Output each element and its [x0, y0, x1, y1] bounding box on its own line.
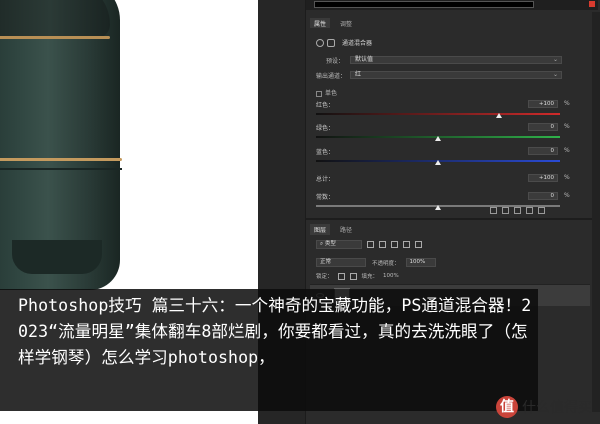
channel-slider-thumb[interactable] — [435, 136, 441, 141]
blend-mode-select[interactable]: 正常 — [316, 258, 366, 267]
gold-trim-top — [0, 36, 110, 39]
output-channel-select[interactable]: 红 ⌄ — [350, 71, 562, 79]
channel-unit: % — [564, 192, 570, 199]
tab-adjustments[interactable]: 调整 — [336, 18, 356, 28]
tab-layers[interactable]: 图层 — [310, 224, 331, 235]
layers-tabs: 图层 路径 — [310, 224, 356, 235]
channel-label: 蓝色： — [316, 149, 335, 156]
preset-label: 预设： — [326, 58, 345, 65]
monochrome-checkbox[interactable] — [316, 90, 322, 97]
lock-row: 锁定： 填充： 100% — [316, 272, 399, 280]
fill-label: 填充： — [361, 274, 379, 280]
channel-label: 红色： — [316, 102, 335, 109]
channel-unit: % — [564, 100, 570, 107]
channel-unit: % — [564, 123, 570, 130]
output-channel-value: 红 — [355, 71, 362, 78]
opacity-label: 不透明度： — [372, 260, 400, 267]
adjustment-filter-icon[interactable] — [379, 241, 386, 248]
panel-footer-icons — [490, 207, 545, 214]
opacity-input[interactable]: 100% — [405, 258, 436, 267]
chevron-down-icon: ⌄ — [552, 71, 558, 78]
document-preview — [314, 1, 534, 8]
channel-value-input[interactable]: 0 — [528, 147, 558, 155]
properties-header: 通道混合器 — [316, 38, 372, 47]
adjustment-layer-icon — [316, 38, 324, 47]
channel-label: 总计： — [316, 176, 335, 183]
air-fryer-base — [12, 240, 102, 274]
channel-value-input[interactable]: +100 — [528, 174, 558, 182]
visibility-icon[interactable] — [526, 207, 533, 214]
view-previous-icon[interactable] — [502, 207, 509, 214]
layer-filter-bar: ⌕ 类型 — [316, 240, 422, 249]
gold-trim-handle — [0, 158, 122, 161]
shape-filter-icon[interactable] — [403, 241, 410, 248]
drawer-seam — [0, 168, 122, 170]
channel-value-input[interactable]: 0 — [528, 192, 558, 200]
watermark-text: 什么值得买 — [522, 400, 592, 416]
top-bar — [306, 0, 598, 10]
channel-slider-thumb[interactable] — [435, 160, 441, 165]
article-title: Photoshop技巧 篇三十六：一个神奇的宝藏功能，PS通道混合器！2023“… — [18, 296, 532, 367]
channel-unit: % — [564, 147, 570, 154]
blend-mode-value: 正常 — [320, 259, 332, 265]
delete-icon[interactable] — [538, 207, 545, 214]
panel-title: 通道混合器 — [342, 40, 373, 47]
type-filter-icon[interactable] — [391, 241, 398, 248]
clip-to-layer-icon[interactable] — [490, 207, 497, 214]
blend-row: 正常 不透明度： 100% — [316, 258, 436, 267]
channel-value-input[interactable]: +100 — [528, 100, 558, 108]
lock-icon[interactable] — [337, 272, 345, 280]
monochrome-label: 单色 — [325, 90, 338, 97]
properties-tabs: 属性 调整 — [310, 18, 356, 28]
fill-value[interactable]: 100% — [383, 273, 399, 279]
channel-slider-thumb[interactable] — [496, 113, 502, 118]
channel-label: 绿色： — [316, 125, 335, 132]
close-icon[interactable] — [589, 1, 595, 7]
channel-slider-thumb[interactable] — [435, 205, 441, 210]
mask-icon[interactable] — [327, 38, 335, 47]
site-watermark: 值 什么值得买 — [496, 396, 592, 418]
opacity-value: 100% — [409, 259, 426, 265]
panel-divider — [306, 218, 592, 220]
pixel-filter-icon[interactable] — [367, 241, 374, 248]
output-channel-label: 输出通道： — [316, 73, 347, 80]
lock-position-icon[interactable] — [349, 272, 357, 280]
monochrome-option[interactable]: 单色 — [316, 88, 337, 97]
chevron-down-icon: ⌄ — [552, 56, 558, 63]
reset-icon[interactable] — [514, 207, 521, 214]
air-fryer-lid — [0, 0, 110, 38]
channel-value-input[interactable]: 0 — [528, 123, 558, 131]
kind-value: 类型 — [324, 241, 336, 247]
channel-label: 常数： — [316, 194, 335, 201]
preset-select[interactable]: 默认值 ⌄ — [350, 56, 562, 64]
channel-unit: % — [564, 174, 570, 181]
lock-label: 锁定： — [316, 274, 333, 280]
tab-properties[interactable]: 属性 — [310, 18, 331, 28]
preset-value: 默认值 — [355, 56, 374, 63]
layer-kind-select[interactable]: ⌕ 类型 — [316, 240, 362, 249]
smzdm-logo: 值 — [496, 396, 518, 418]
tab-paths[interactable]: 路径 — [336, 224, 356, 235]
channel-slider-track[interactable] — [316, 113, 560, 115]
smart-object-filter-icon[interactable] — [415, 241, 422, 248]
panel-scrollbar[interactable] — [592, 12, 600, 412]
